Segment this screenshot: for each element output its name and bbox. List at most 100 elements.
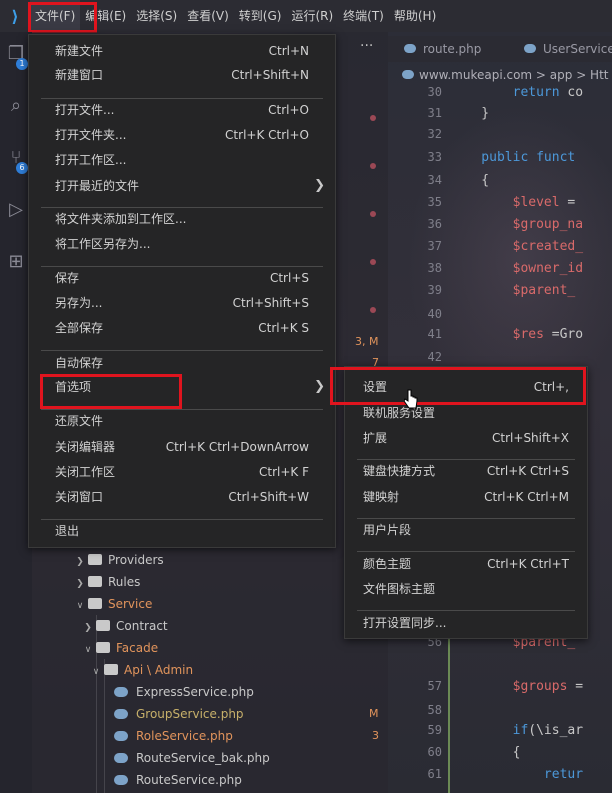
menu-item[interactable]: 关闭工作区 Ctrl+K F (29, 460, 335, 484)
php-file-icon (404, 44, 416, 53)
folder-open-icon (88, 598, 102, 609)
menu-item-label: 全部保存 (55, 321, 104, 335)
code-token: $level (450, 195, 568, 210)
line-number: 41 (427, 327, 442, 341)
tree-folder-facade[interactable]: ∨ Facade (82, 637, 438, 659)
code-token: { (450, 173, 490, 188)
menu-item-shortcut: Ctrl+Shift+W (228, 490, 309, 504)
menu-item[interactable]: 退出 (29, 519, 335, 543)
menu-item[interactable]: 打开文件... Ctrl+O (29, 98, 335, 122)
menu-item[interactable]: 打开设置同步... (345, 611, 587, 635)
menu-item[interactable]: 将文件夹添加到工作区... (29, 207, 335, 231)
menu-item[interactable]: 全部保存 Ctrl+K S (29, 316, 335, 340)
code-line: } (450, 103, 612, 124)
search-icon[interactable]: ⌕ (4, 94, 28, 118)
menu-item-label: 自动保存 (55, 356, 104, 370)
menu-go[interactable]: 转到(G) (234, 0, 287, 32)
chevron-down-icon: ∨ (84, 645, 92, 655)
menu-item[interactable]: 还原文件 (29, 409, 335, 433)
line-number: 58 (427, 703, 442, 717)
more-actions-icon[interactable]: ··· (360, 38, 373, 54)
code-token: = (567, 195, 576, 210)
menu-item[interactable]: 新建窗口 Ctrl+Shift+N (29, 63, 335, 87)
menu-item-shortcut: Ctrl+K Ctrl+T (487, 557, 569, 571)
code-token: $group_na (450, 217, 584, 232)
tab-userservice[interactable]: UserService (524, 36, 612, 62)
menu-item[interactable]: 保存 Ctrl+S (29, 266, 335, 290)
menu-item-label: 打开文件... (55, 103, 115, 117)
menu-item[interactable]: 键映射 Ctrl+K Ctrl+M (345, 485, 587, 509)
code-line: { (450, 742, 612, 763)
menu-item-label: 退出 (55, 524, 80, 538)
code-line: $owner_id (450, 258, 612, 279)
code-token: =Gro (551, 327, 584, 342)
folder-icon (88, 576, 102, 587)
menu-item-label: 还原文件 (55, 414, 104, 428)
code-line: $parent_ (450, 280, 612, 301)
code-line: $created_ (450, 236, 612, 257)
menu-item[interactable]: 键盘快捷方式 Ctrl+K Ctrl+S (345, 459, 587, 483)
run-debug-icon[interactable]: ▷ (4, 198, 28, 222)
menu-item-label: 键映射 (363, 490, 400, 504)
php-file-icon (114, 687, 128, 697)
line-number: 31 (427, 106, 442, 120)
code-token: { (450, 745, 521, 760)
menu-item-label: 保存 (55, 271, 80, 285)
menu-item[interactable]: 文件图标主题 (345, 577, 587, 601)
menu-item[interactable]: 关闭编辑器 Ctrl+K Ctrl+DownArrow (29, 435, 335, 459)
menu-item-shortcut: Ctrl+K Ctrl+M (484, 490, 569, 504)
menu-item[interactable]: 关闭窗口 Ctrl+Shift+W (29, 485, 335, 509)
folder-icon (88, 554, 102, 565)
menu-terminal[interactable]: 终端(T) (338, 0, 389, 32)
line-number: 61 (427, 767, 442, 781)
menu-item-shortcut: Ctrl+K Ctrl+O (225, 128, 309, 142)
menu-item[interactable]: 将工作区另存为... (29, 232, 335, 256)
line-number: 59 (427, 723, 442, 737)
php-file-icon (114, 775, 128, 785)
code-token: co (567, 85, 584, 100)
file-menu-highlight-box (28, 2, 97, 33)
extensions-icon[interactable]: ⊞ (4, 250, 28, 274)
menu-item[interactable]: 打开最近的文件 ❯ (29, 174, 335, 198)
menu-view[interactable]: 查看(V) (182, 0, 234, 32)
menu-item[interactable]: 用户片段 (345, 518, 587, 542)
menu-item-shortcut: Ctrl+K F (259, 465, 309, 479)
menu-item-label: 将工作区另存为... (55, 237, 151, 251)
menu-selection[interactable]: 选择(S) (131, 0, 182, 32)
chevron-down-icon: ∨ (92, 667, 100, 677)
menu-item[interactable]: 打开工作区... (29, 148, 335, 172)
menu-item-label: 打开设置同步... (363, 616, 447, 630)
folder-open-icon (96, 642, 110, 653)
php-file-icon (114, 753, 128, 763)
tab-route-php[interactable]: route.php (404, 36, 481, 62)
line-number: 35 (427, 195, 442, 209)
preferences-highlight-box (40, 374, 182, 409)
menu-item-shortcut: Ctrl+N (268, 44, 309, 58)
menu-item[interactable]: 新建文件 Ctrl+N (29, 39, 335, 63)
menu-help[interactable]: 帮助(H) (389, 0, 441, 32)
line-number: 36 (427, 217, 442, 231)
code-line: if(\is_ar (450, 720, 612, 741)
chevron-right-icon: ❯ (76, 557, 84, 567)
menu-item-label: 颜色主题 (363, 557, 412, 571)
mouse-pointer-icon (404, 389, 418, 409)
code-token: funct (536, 150, 576, 165)
menu-item[interactable]: 颜色主题 Ctrl+K Ctrl+T (345, 552, 587, 576)
change-marker (370, 211, 376, 217)
code-line: public funct (450, 147, 612, 168)
menu-item-label: 打开工作区... (55, 153, 127, 167)
code-line: $groups = (450, 676, 612, 697)
menu-item[interactable]: 自动保存 (29, 351, 335, 375)
menu-item-label: 打开最近的文件 (55, 179, 140, 193)
line-number: 60 (427, 745, 442, 759)
php-file-icon (114, 709, 128, 719)
menu-item[interactable]: 扩展 Ctrl+Shift+X (345, 426, 587, 450)
menu-run[interactable]: 运行(R) (286, 0, 338, 32)
menu-item[interactable]: 打开文件夹... Ctrl+K Ctrl+O (29, 123, 335, 147)
code-token: public (450, 150, 537, 165)
menu-item[interactable]: 另存为... Ctrl+Shift+S (29, 291, 335, 315)
menu-item-label: 将文件夹添加到工作区... (55, 212, 187, 226)
code-token: $parent_ (450, 283, 576, 298)
